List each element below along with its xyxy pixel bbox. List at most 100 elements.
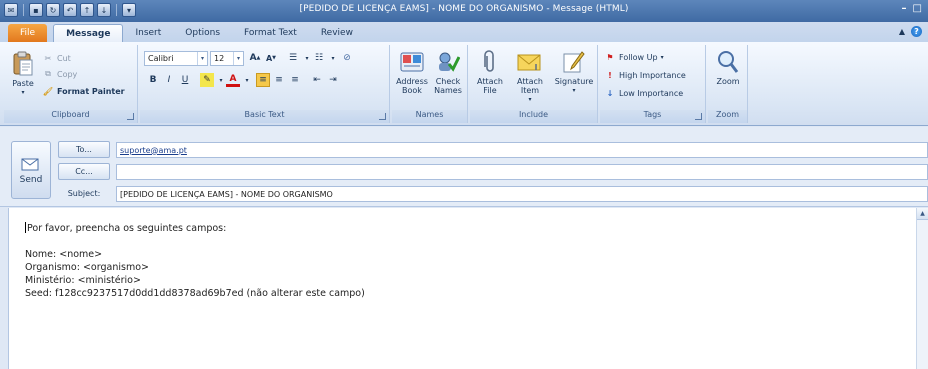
paste-label: Paste [12,79,34,88]
subject-field[interactable]: [PEDIDO DE LICENÇA EAMS] - NOME DO ORGAN… [116,186,928,202]
body-line-2: Nome: <nome> [25,249,103,260]
low-importance-button[interactable]: ↓ Low Importance [604,87,684,99]
tab-options[interactable]: Options [173,24,232,42]
address-book-label: Address Book [396,77,428,95]
minimize-icon[interactable]: – [902,3,907,14]
window-controls: – □ [902,3,922,14]
title-bar: ✉ ▪ ↻ ↶ ↑ ↓ ▾ [PEDIDO DE LICENÇA EAMS] -… [0,0,928,22]
basic-text-group: Calibri ▾ 12 ▾ A ▲ A ▼ ☰ ▾ ☷ ▾ ⊘ B I U ✎ ▾… [140,45,390,123]
align-center-icon[interactable]: ≡ [272,73,286,87]
follow-up-label: Follow Up [619,52,658,62]
send-button[interactable]: Send [11,141,51,199]
basic-text-group-label: Basic Text [140,110,389,123]
shrink-font-icon[interactable]: A ▼ [264,51,278,65]
high-importance-button[interactable]: ! High Importance [604,69,686,81]
help-icon[interactable]: ? [911,26,922,37]
dialog-launcher-icon[interactable] [695,113,702,120]
font-name-select[interactable]: Calibri ▾ [144,51,208,66]
ribbon: Paste ▾ ✂ Cut ⧉ Copy 🖌 Format Painter Cl… [0,42,928,126]
to-field[interactable]: suporte@ama.pt [116,142,928,158]
paintbrush-icon: 🖌 [42,86,54,96]
chevron-down-icon[interactable]: ▾ [326,51,340,65]
bold-button[interactable]: B [146,73,160,87]
font-size-select[interactable]: 12 ▾ [210,51,244,66]
address-book-button[interactable]: Address Book [394,49,430,95]
body-text: Por favor, preencha os seguintes campos:… [25,222,365,300]
highlight-icon[interactable]: ✎ [200,73,214,87]
tab-review[interactable]: Review [309,24,365,42]
chevron-down-icon: ▾ [197,52,207,65]
exclamation-icon: ! [608,70,612,80]
underline-button[interactable]: U [178,73,192,87]
message-body[interactable]: Por favor, preencha os seguintes campos:… [8,208,916,369]
grow-font-icon[interactable]: A ▲ [248,51,262,65]
tab-right-controls: ▲ ? [899,26,922,37]
maximize-icon[interactable]: □ [913,3,922,14]
dialog-launcher-icon[interactable] [379,113,386,120]
numbering-icon[interactable]: ☷ [312,51,326,65]
body-line-5: Seed: f128cc9237517d0dd1dd8378ad69b7ed (… [25,288,365,299]
message-header: Send To... suporte@ama.pt Cc... Subject:… [0,127,928,207]
check-names-button[interactable]: Check Names [430,49,466,95]
signature-button[interactable]: Signature ▾ [552,49,596,95]
subject-label: Subject: [67,189,101,198]
increase-indent-icon[interactable]: ⇥ [326,73,340,87]
flag-icon: ⚑ [606,52,614,62]
vertical-scrollbar[interactable]: ▲ [916,208,928,369]
zoom-label: Zoom [716,77,740,86]
cc-button[interactable]: Cc... [58,163,110,180]
paste-icon [10,51,36,77]
attach-item-button[interactable]: Attach Item ▾ [510,49,550,104]
zoom-group: Zoom Zoom [708,45,748,123]
scroll-up-icon[interactable]: ▲ [917,208,928,220]
attach-file-label: Attach File [477,77,503,95]
clear-formatting-icon[interactable]: ⊘ [340,51,354,65]
cut-button[interactable]: ✂ Cut [42,52,71,64]
names-group: Address Book Check Names Names [392,45,468,123]
format-painter-label: Format Painter [57,86,125,96]
tab-format-text[interactable]: Format Text [232,24,309,42]
ribbon-tabs: File Message Insert Options Format Text … [0,22,928,42]
chevron-down-icon: ▾ [528,96,532,103]
follow-up-button[interactable]: ⚑ Follow Up ▾ [604,51,663,63]
check-names-label: Check Names [434,77,462,95]
send-label: Send [19,174,43,185]
font-color-icon[interactable]: A [226,73,240,87]
paste-button[interactable]: Paste ▾ [8,51,38,97]
copy-label: Copy [57,69,78,79]
arrow-down-icon: ↓ [606,88,614,98]
tags-group: ⚑ Follow Up ▾ ! High Importance ↓ Low Im… [600,45,706,123]
window-title: [PEDIDO DE LICENÇA EAMS] - NOME DO ORGAN… [299,4,629,14]
dialog-launcher-icon[interactable] [127,113,134,120]
tab-message[interactable]: Message [53,24,124,42]
envelope-icon [517,49,543,75]
chevron-down-icon: ▾ [233,52,243,65]
cc-field[interactable] [116,164,928,180]
font-name-value: Calibri [148,54,174,63]
italic-button[interactable]: I [162,73,176,87]
cut-label: Cut [57,53,71,63]
format-painter-button[interactable]: 🖌 Format Painter [42,85,125,97]
tab-insert[interactable]: Insert [123,24,173,42]
paperclip-icon [477,49,503,75]
chevron-down-icon[interactable]: ▾ [240,73,254,87]
to-recipient[interactable]: suporte@ama.pt [120,146,187,155]
to-button[interactable]: To... [58,141,110,158]
font-size-value: 12 [214,54,225,63]
check-names-icon [435,49,461,75]
copy-button[interactable]: ⧉ Copy [42,68,77,80]
decrease-indent-icon[interactable]: ⇤ [310,73,324,87]
zoom-button[interactable]: Zoom [711,49,745,86]
address-book-icon [399,49,425,75]
include-group-label: Include [470,110,597,123]
align-right-icon[interactable]: ≡ [288,73,302,87]
collapse-ribbon-icon[interactable]: ▲ [899,27,905,36]
include-group: Attach File Attach Item ▾ Signature ▾ In… [470,45,598,123]
chevron-down-icon: ▾ [572,87,576,94]
attach-file-button[interactable]: Attach File [472,49,508,95]
tab-file[interactable]: File [8,24,48,42]
attach-item-label: Attach Item [517,77,543,95]
align-left-icon[interactable]: ≡ [256,73,270,87]
body-line-4: Ministério: <ministério> [25,275,141,286]
bullets-icon[interactable]: ☰ [286,51,300,65]
